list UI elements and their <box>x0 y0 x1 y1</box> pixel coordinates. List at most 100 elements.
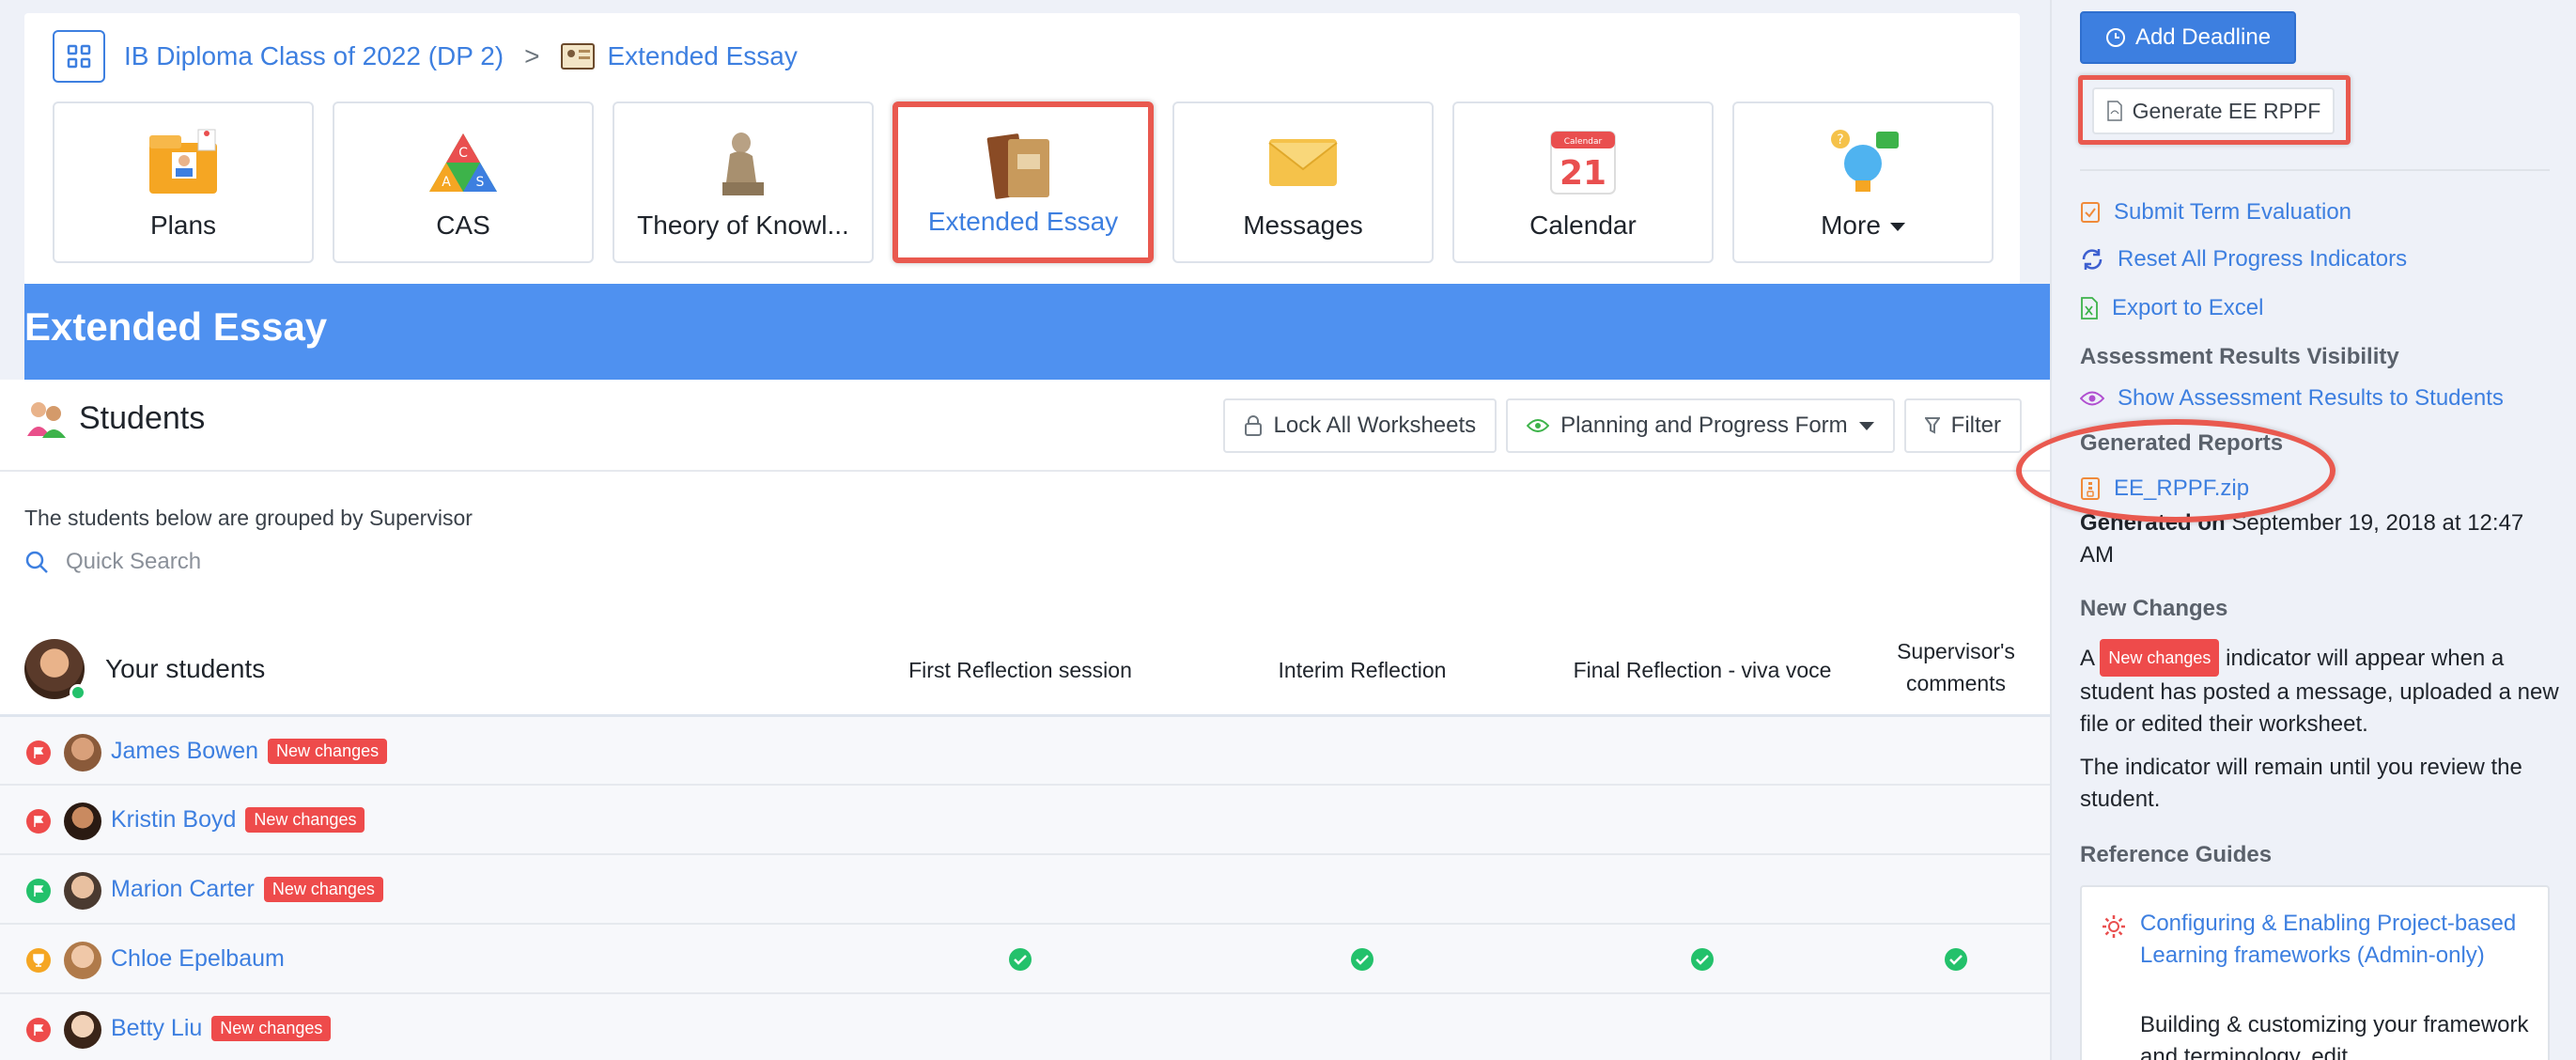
tile-cas[interactable]: CA S CA S <box>333 101 594 263</box>
avatar <box>64 872 101 910</box>
student-name[interactable]: Betty Liu New changes <box>111 1015 332 1042</box>
column-header: First Reflection session <box>908 658 1132 682</box>
flag-icon[interactable] <box>26 809 51 834</box>
svg-text:C: C <box>458 146 468 161</box>
main-area: IB Diploma Class of 2022 (DP 2) > Extend… <box>0 0 2050 1060</box>
tile-messages[interactable]: Messages <box>1172 101 1434 263</box>
trophy-icon[interactable] <box>26 948 51 973</box>
new-changes-badge: New changes <box>2100 639 2220 677</box>
check-circle-icon <box>1945 948 1967 971</box>
student-name-link[interactable]: Marion Carter <box>111 876 255 902</box>
table-row[interactable]: Chloe Epelbaum <box>0 923 2050 992</box>
group-header: Your students <box>24 639 265 701</box>
planning-progress-form-dropdown[interactable]: Planning and Progress Form <box>1506 398 1895 453</box>
divider <box>0 470 2050 472</box>
breadcrumb-current[interactable]: Extended Essay <box>607 41 797 71</box>
quick-search <box>24 549 442 575</box>
avatar <box>64 803 101 840</box>
reference-guide-link[interactable]: Configuring & Enabling Project-based Lea… <box>2140 908 2535 972</box>
tile-extended-essay[interactable]: Extended Essay <box>892 101 1154 263</box>
student-name[interactable]: Kristin Boyd New changes <box>111 806 365 834</box>
submit-term-evaluation-label: Submit Term Evaluation <box>2114 199 2352 225</box>
svg-text:A: A <box>442 175 451 190</box>
sidebar: Add Deadline Generate EE RPPF Submit Ter… <box>2016 0 2576 1060</box>
student-name-link[interactable]: Chloe Epelbaum <box>111 945 285 972</box>
apps-grid-icon[interactable] <box>53 30 105 83</box>
caret-down-icon <box>1858 421 1874 430</box>
check-circle-icon <box>1351 948 1373 971</box>
tile-label: Messages <box>1243 210 1363 240</box>
submit-term-evaluation-link[interactable]: Submit Term Evaluation <box>2080 199 2351 226</box>
page-title: Extended Essay <box>24 304 328 349</box>
calendar-icon-day: 21 <box>1560 154 1606 193</box>
reference-guide-card: Configuring & Enabling Project-based Lea… <box>2080 885 2550 1060</box>
flag-icon[interactable] <box>26 740 51 765</box>
student-name-link[interactable]: Kristin Boyd <box>111 806 236 833</box>
new-changes-heading: New Changes <box>2080 596 2228 621</box>
new-changes-explanation: A New changes indicator will appear when… <box>2080 639 2559 740</box>
avatar <box>24 639 86 701</box>
add-deadline-button[interactable]: Add Deadline <box>2080 11 2296 64</box>
show-assessment-results-label: Show Assessment Results to Students <box>2118 385 2504 411</box>
table-row[interactable]: Marion Carter New changes <box>0 853 2050 923</box>
flag-icon[interactable] <box>26 1018 51 1042</box>
thinker-icon <box>722 132 764 195</box>
search-input[interactable] <box>66 549 442 575</box>
generate-ee-rppf-label: Generate EE RPPF <box>2132 98 2321 123</box>
tile-calendar[interactable]: Calendar 21 Calendar <box>1452 101 1714 263</box>
svg-text:?: ? <box>1837 132 1843 148</box>
tile-label: Theory of Knowl... <box>637 210 849 240</box>
cas-icon: CA S <box>429 133 497 192</box>
check-circle-icon <box>1009 948 1032 971</box>
module-tiles: Plans CA S CA S Theory of Knowl... Extende… <box>53 101 1994 263</box>
books-icon <box>561 43 596 70</box>
add-deadline-label: Add Deadline <box>2134 24 2272 50</box>
new-changes-badge: New changes <box>268 739 388 764</box>
plans-icon <box>149 129 217 194</box>
svg-text:S: S <box>476 175 485 190</box>
planning-progress-form-label: Planning and Progress Form <box>1560 413 1848 438</box>
tile-label: Calendar <box>1529 210 1637 240</box>
new-changes-prefix: A <box>2080 646 2101 671</box>
column-header: Final Reflection - viva voce <box>1573 658 1832 682</box>
tile-plans[interactable]: Plans <box>53 101 314 263</box>
generate-ee-rppf-button[interactable]: Generate EE RPPF <box>2092 87 2335 134</box>
tile-theory-of-knowledge[interactable]: Theory of Knowl... <box>613 101 874 263</box>
filter-button[interactable]: Filter <box>1903 398 2022 453</box>
breadcrumb-class-link[interactable]: IB Diploma Class of 2022 (DP 2) <box>124 41 504 71</box>
reset-progress-indicators-link[interactable]: Reset All Progress Indicators <box>2080 246 2407 273</box>
new-changes-badge: New changes <box>263 877 383 902</box>
student-list: James Bowen New changes Kristin Boyd New c… <box>0 714 2050 1060</box>
student-name-link[interactable]: Betty Liu <box>111 1015 202 1041</box>
calendar-icon: Calendar 21 <box>1550 131 1616 195</box>
eye-icon <box>2080 391 2104 406</box>
books-icon <box>986 133 1049 199</box>
student-name[interactable]: Chloe Epelbaum <box>111 945 285 973</box>
students-toolbar: Lock All Worksheets Planning and Progres… <box>1222 398 2022 453</box>
tile-label: Extended Essay <box>927 207 1119 236</box>
export-to-excel-link[interactable]: Export to Excel <box>2080 295 2263 321</box>
page-banner: Extended Essay <box>24 284 2050 380</box>
lock-all-worksheets-button[interactable]: Lock All Worksheets <box>1222 398 1497 453</box>
reset-progress-indicators-label: Reset All Progress Indicators <box>2118 246 2408 272</box>
student-name[interactable]: James Bowen New changes <box>111 738 388 765</box>
tile-more[interactable]: ? More <box>1732 101 1994 263</box>
table-row[interactable]: Betty Liu New changes <box>0 992 2050 1060</box>
student-name[interactable]: Marion Carter New changes <box>111 876 383 903</box>
student-name-link[interactable]: James Bowen <box>111 738 258 764</box>
flag-icon[interactable] <box>26 879 51 903</box>
clock-icon <box>2105 28 2125 47</box>
eye-icon <box>1527 419 1550 432</box>
show-assessment-results-link[interactable]: Show Assessment Results to Students <box>2080 385 2504 412</box>
breadcrumb: IB Diploma Class of 2022 (DP 2) > Extend… <box>53 30 798 83</box>
pdf-file-icon <box>2106 101 2122 121</box>
lightbulb-icon: ? <box>1831 130 1899 192</box>
reference-guides-heading: Reference Guides <box>2080 842 2273 867</box>
table-row[interactable]: James Bowen New changes <box>0 714 2050 784</box>
tile-label: More <box>1821 210 1905 241</box>
students-panel: Students Lock All Worksheets Planning an… <box>0 380 2050 1060</box>
more-label: More <box>1821 210 1881 240</box>
table-row[interactable]: Kristin Boyd New changes <box>0 784 2050 853</box>
gear-icon <box>2103 915 2125 938</box>
check-circle-icon <box>1691 948 1714 971</box>
